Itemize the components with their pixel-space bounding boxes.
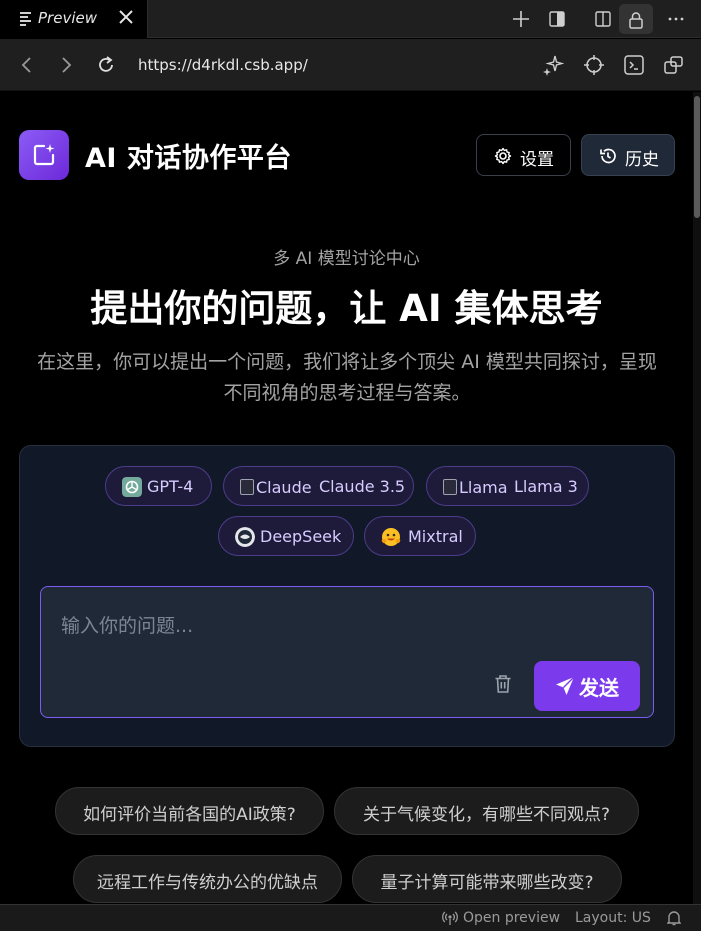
hero-description-line: 在这里，你可以提出一个问题，我们将让多个顶尖 AI 模型共同探讨，呈现 (37, 351, 657, 373)
hugging-face-icon (381, 528, 401, 546)
suggestion-label: 远程工作与传统办公的优缺点 (97, 873, 318, 893)
app-title: AI 对话协作平台 (85, 143, 292, 174)
deepseek-icon (235, 527, 255, 547)
bell-icon[interactable] (667, 910, 681, 926)
send-icon (556, 676, 575, 695)
tab-title: Preview (38, 9, 97, 27)
tab-preview[interactable]: Preview (0, 0, 148, 38)
app-logo (19, 130, 69, 180)
windows-icon[interactable] (663, 54, 685, 76)
history-button[interactable]: 历史 (581, 134, 675, 176)
suggestion-label: 量子计算可能带来哪些改变? (380, 873, 594, 893)
status-bar: Open preview Layout: US (0, 904, 701, 931)
broken-image-icon: Llama (443, 478, 508, 497)
forward-icon[interactable] (55, 54, 77, 76)
more-icon[interactable] (661, 4, 691, 34)
crosshair-icon[interactable] (583, 54, 605, 76)
settings-label: 设置 (520, 150, 554, 170)
document-lines-icon (20, 12, 31, 26)
question-panel: GPT-4 Claude Claude 3.5 Llama Llama 3 De… (19, 445, 675, 747)
model-chip-label: GPT-4 (147, 477, 194, 496)
question-input[interactable]: 输入你的问题... 发送 (40, 586, 654, 718)
image-alt-text: Llama (459, 478, 508, 497)
trash-icon[interactable] (494, 674, 512, 694)
columns-icon[interactable] (588, 4, 618, 34)
hero-description: 在这里，你可以提出一个问题，我们将让多个顶尖 AI 模型共同探讨，呈现 不同视角… (14, 347, 680, 409)
suggestion-label: 关于气候变化，有哪些不同观点? (362, 805, 611, 825)
model-chip-deepseek[interactable]: DeepSeek (218, 516, 354, 556)
preview-page: AI 对话协作平台 设置 历史 多 AI 模型讨论中心 提出你的问题，让 AI … (0, 92, 701, 904)
model-chip-gpt4[interactable]: GPT-4 (105, 466, 212, 506)
openai-icon (122, 477, 142, 497)
broadcast-icon (442, 911, 458, 925)
suggestion-chip[interactable]: 关于气候变化，有哪些不同观点? (334, 787, 639, 835)
model-chip-mixtral[interactable]: Mixtral (364, 516, 476, 556)
hero-description-line: 不同视角的思考过程与答案。 (223, 382, 471, 404)
history-icon (600, 148, 616, 164)
send-label: 发送 (579, 676, 619, 700)
split-panel-icon[interactable] (542, 4, 572, 34)
history-label: 历史 (625, 150, 659, 170)
model-chip-label: Claude 3.5 (319, 477, 406, 496)
tab-bar: Preview (0, 0, 701, 38)
open-preview-link[interactable]: Open preview (463, 910, 560, 926)
model-chip-claude[interactable]: Claude Claude 3.5 (223, 466, 414, 506)
model-chip-label: Llama 3 (514, 477, 578, 496)
broken-image-icon: Claude (240, 478, 312, 497)
sparkle-icon[interactable] (542, 54, 564, 76)
keyboard-layout[interactable]: Layout: US (575, 910, 651, 926)
hero-headline: 提出你的问题，让 AI 集体思考 (90, 287, 603, 330)
suggestion-chip[interactable]: 远程工作与传统办公的优缺点 (73, 855, 342, 903)
back-icon[interactable] (16, 54, 38, 76)
image-alt-text: Claude (256, 478, 312, 497)
model-chip-label: Mixtral (408, 527, 463, 546)
hero-kicker: 多 AI 模型讨论中心 (273, 249, 420, 269)
terminal-icon[interactable] (623, 54, 645, 76)
suggestion-chip[interactable]: 量子计算可能带来哪些改变? (352, 855, 622, 903)
suggestion-label: 如何评价当前各国的AI政策? (83, 805, 296, 825)
plus-icon[interactable] (506, 4, 536, 34)
model-chip-llama[interactable]: Llama Llama 3 (426, 466, 589, 506)
close-icon[interactable] (118, 8, 134, 26)
send-button[interactable]: 发送 (534, 661, 640, 711)
gear-icon (494, 147, 512, 165)
settings-button[interactable]: 设置 (476, 134, 571, 176)
question-placeholder: 输入你的问题... (61, 615, 194, 637)
url-field[interactable]: https://d4rkdl.csb.app/ (138, 56, 308, 74)
chat-plus-icon (33, 144, 55, 166)
address-bar: https://d4rkdl.csb.app/ (0, 39, 701, 91)
scrollbar-thumb[interactable] (694, 96, 700, 218)
lock-icon[interactable] (619, 4, 653, 34)
model-chip-label: DeepSeek (260, 527, 342, 546)
reload-icon[interactable] (95, 54, 117, 76)
suggestion-chip[interactable]: 如何评价当前各国的AI政策? (55, 787, 324, 835)
